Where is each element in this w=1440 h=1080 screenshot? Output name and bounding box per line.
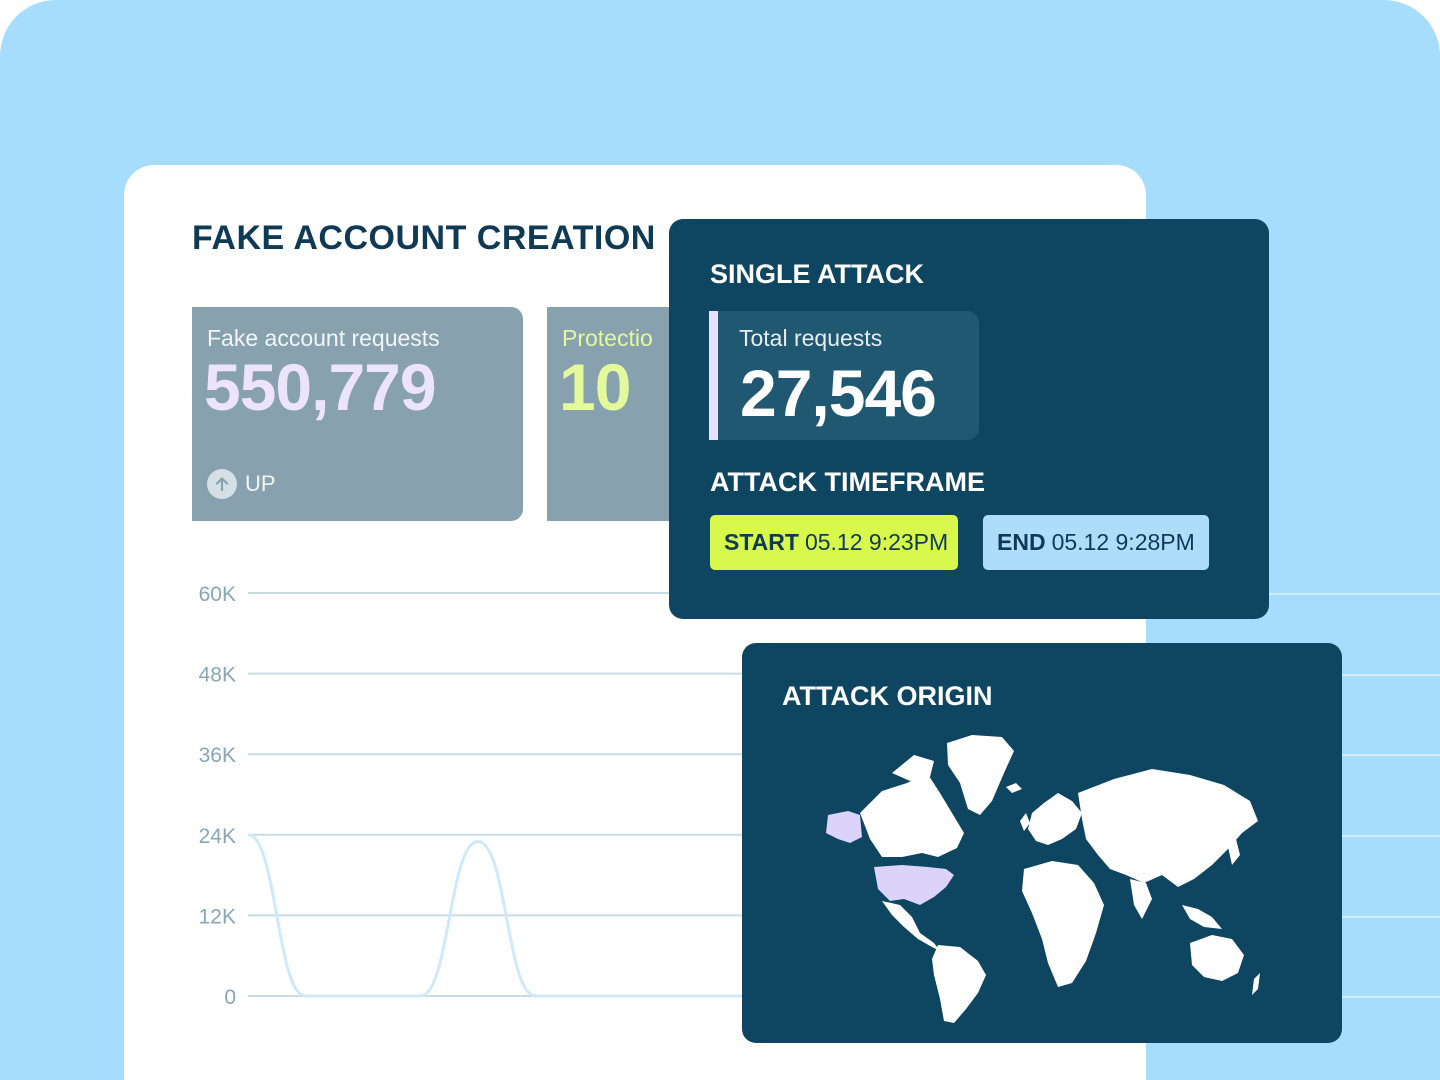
map-australia xyxy=(1190,935,1244,981)
map-south-america xyxy=(932,945,986,1023)
start-label: START xyxy=(724,529,799,555)
y-tick-label: 60K xyxy=(199,583,236,606)
arrow-up-icon xyxy=(207,469,237,499)
start-time-tag: START 05.12 9:23PM xyxy=(710,515,958,570)
y-tick-label: 48K xyxy=(199,664,236,687)
panel-title: FAKE ACCOUNT CREATION xyxy=(192,219,656,257)
y-tick-label: 12K xyxy=(199,905,236,928)
stat-value: 550,779 xyxy=(204,350,437,424)
stat-card-fake-requests[interactable]: Fake account requests 550,779 UP xyxy=(192,307,523,521)
attack-origin-card: ATTACK ORIGIN xyxy=(742,643,1342,1043)
map-asia xyxy=(1078,769,1258,887)
map-greenland xyxy=(947,735,1014,815)
total-requests-box: Total requests 27,546 xyxy=(709,311,979,440)
trend-label: UP xyxy=(245,471,276,496)
end-label: END xyxy=(997,529,1046,555)
total-requests-value: 27,546 xyxy=(740,356,937,430)
stat-value: 10 xyxy=(559,350,631,424)
map-southeast-asia xyxy=(1182,905,1222,929)
end-value: 05.12 9:28PM xyxy=(1051,529,1195,555)
map-iceland xyxy=(1006,783,1022,793)
map-arctic-islands xyxy=(892,755,934,781)
start-value: 05.12 9:23PM xyxy=(804,529,949,555)
end-time-tag: END 05.12 9:28PM xyxy=(983,515,1209,570)
total-requests-label: Total requests xyxy=(739,325,883,351)
map-usa xyxy=(874,865,954,905)
map-india xyxy=(1130,879,1152,919)
map-mexico xyxy=(882,901,940,951)
y-tick-label: 36K xyxy=(199,744,236,767)
map-africa xyxy=(1022,861,1104,987)
single-attack-card: SINGLE ATTACK Total requests 27,546 ATTA… xyxy=(669,219,1269,619)
map-europe xyxy=(1028,793,1082,845)
stat-label: Fake account requests xyxy=(207,325,440,351)
map-canada xyxy=(860,773,964,857)
y-tick-label: 24K xyxy=(199,825,236,848)
trend-indicator: UP xyxy=(207,469,276,499)
timeframe-title: ATTACK TIMEFRAME xyxy=(710,467,985,497)
attack-title: SINGLE ATTACK xyxy=(710,259,924,289)
map-new-zealand xyxy=(1252,973,1260,995)
y-tick-label: 0 xyxy=(224,986,236,1005)
stat-label: Protectio xyxy=(562,325,653,351)
origin-title: ATTACK ORIGIN xyxy=(782,681,993,711)
map-alaska xyxy=(826,811,862,843)
